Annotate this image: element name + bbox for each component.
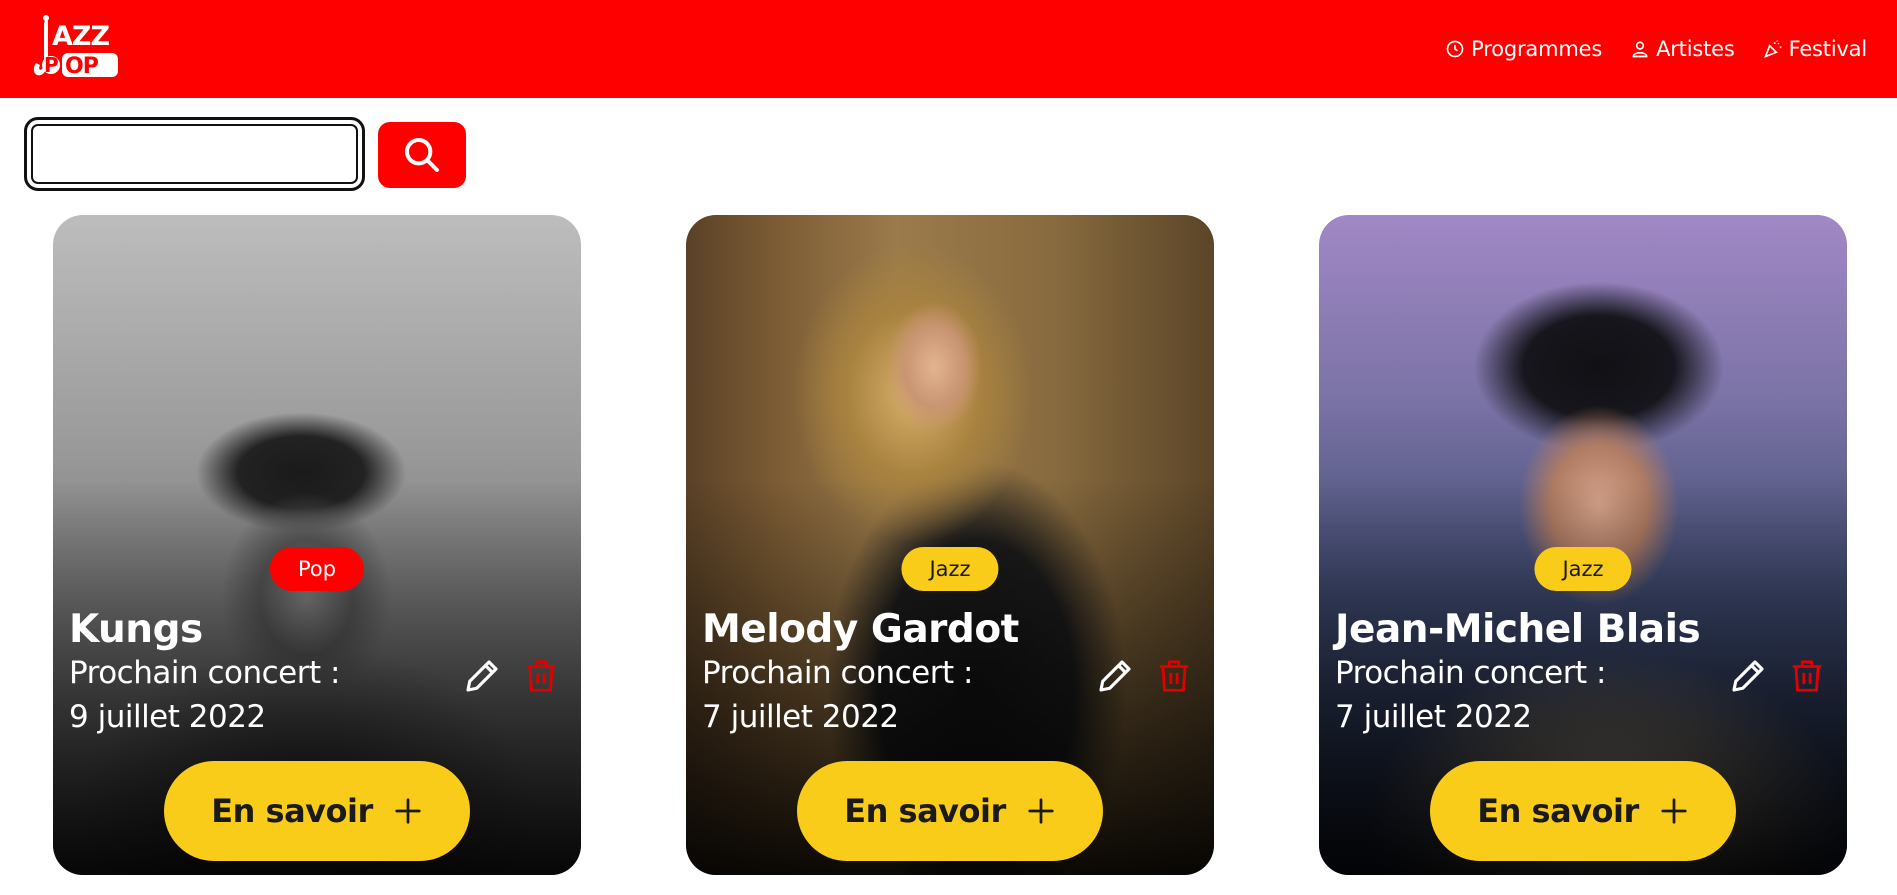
learn-more-label: En savoir: [1477, 792, 1639, 830]
trash-icon[interactable]: [1155, 655, 1193, 697]
artist-card: Jazz Melody Gardot Prochain concert : 7 …: [686, 215, 1214, 875]
learn-more-button[interactable]: En savoir: [1430, 761, 1736, 861]
artist-card: Jazz Jean-Michel Blais Prochain concert …: [1319, 215, 1847, 875]
main-nav: Programmes Artistes Festival: [1445, 0, 1867, 98]
learn-more-label: En savoir: [211, 792, 373, 830]
plus-icon: [1661, 798, 1687, 824]
learn-more-button[interactable]: En savoir: [797, 761, 1103, 861]
next-concert-label: Prochain concert :: [1335, 655, 1606, 691]
trash-icon[interactable]: [1788, 655, 1826, 697]
next-concert-date: 7 juillet 2022: [702, 699, 899, 735]
jazz-pop-logo[interactable]: AZZ P OP: [32, 15, 122, 81]
genre-badge: Pop: [269, 547, 365, 591]
edit-pencil-icon[interactable]: [1727, 655, 1769, 697]
plus-icon: [395, 798, 421, 824]
nav-label: Programmes: [1471, 37, 1603, 61]
search-input[interactable]: [24, 117, 365, 191]
trash-icon[interactable]: [522, 655, 560, 697]
plus-icon: [1028, 798, 1054, 824]
next-concert-date: 7 juillet 2022: [1335, 699, 1532, 735]
artist-name: Jean-Michel Blais: [1335, 607, 1701, 652]
nav-label: Artistes: [1656, 37, 1735, 61]
search-icon: [405, 138, 439, 172]
artist-card: Pop Kungs Prochain concert : 9 juillet 2…: [53, 215, 581, 875]
clock-icon: [1446, 40, 1464, 58]
top-navbar: AZZ P OP Programmes Artistes Festival: [0, 0, 1897, 98]
genre-badge: Jazz: [901, 547, 999, 591]
next-concert-label: Prochain concert :: [702, 655, 973, 691]
nav-item-festival[interactable]: Festival: [1763, 37, 1867, 61]
nav-label: Festival: [1788, 37, 1868, 61]
genre-badge: Jazz: [1534, 547, 1632, 591]
edit-pencil-icon[interactable]: [1094, 655, 1136, 697]
edit-pencil-icon[interactable]: [461, 655, 503, 697]
next-concert-label: Prochain concert :: [69, 655, 340, 691]
search-button[interactable]: [378, 122, 466, 188]
user-icon: [1632, 41, 1648, 58]
nav-item-programmes[interactable]: Programmes: [1445, 37, 1602, 61]
learn-more-label: En savoir: [844, 792, 1006, 830]
svg-text:AZZ: AZZ: [52, 21, 109, 52]
svg-text:OP: OP: [65, 54, 99, 79]
party-popper-icon: [1763, 40, 1781, 58]
learn-more-button[interactable]: En savoir: [164, 761, 470, 861]
artist-name: Melody Gardot: [702, 607, 1019, 652]
next-concert-date: 9 juillet 2022: [69, 699, 266, 735]
nav-item-artistes[interactable]: Artistes: [1630, 37, 1735, 61]
artist-name: Kungs: [69, 607, 203, 652]
svg-text:P: P: [44, 53, 59, 77]
